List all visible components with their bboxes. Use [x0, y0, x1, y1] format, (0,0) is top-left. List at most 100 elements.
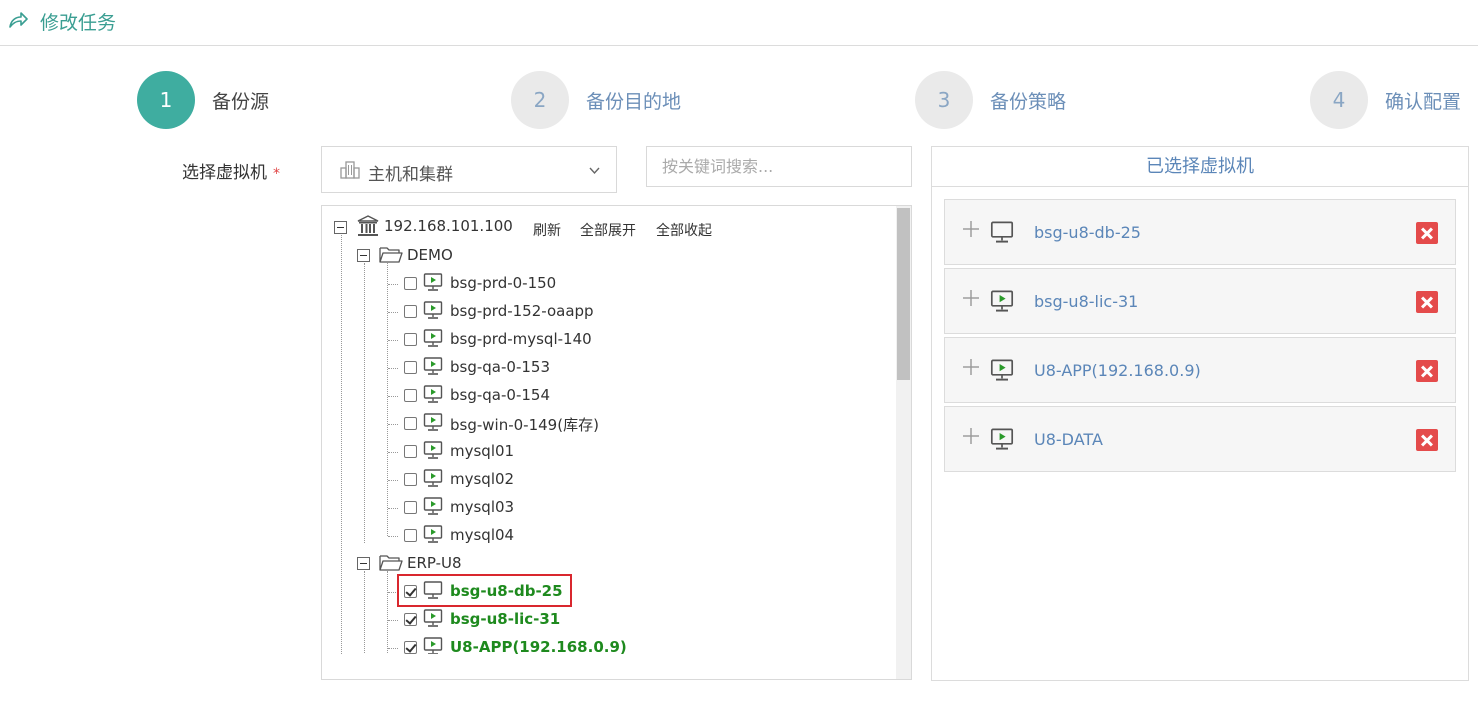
- vm-powered-on-icon: [423, 469, 443, 487]
- page-header: 修改任务: [0, 0, 1478, 46]
- vm-label[interactable]: bsg-prd-0-150: [450, 274, 556, 292]
- vm-checkbox[interactable]: [404, 529, 417, 542]
- vm-powered-on-icon: [423, 497, 443, 515]
- vm-powered-on-icon: [990, 290, 1014, 312]
- vm-powered-on-icon: [423, 609, 443, 627]
- vm-label[interactable]: U8-APP(192.168.0.9): [450, 638, 627, 654]
- remove-vm-icon[interactable]: [1416, 291, 1438, 313]
- vm-checkbox[interactable]: [404, 333, 417, 346]
- tree-connector: [388, 396, 398, 397]
- vm-powered-on-icon: [423, 273, 443, 291]
- remove-vm-icon[interactable]: [1416, 360, 1438, 382]
- vm-label[interactable]: bsg-qa-0-153: [450, 358, 550, 376]
- required-mark: *: [273, 166, 280, 182]
- selected-vm-panel: 已选择虚拟机 bsg-u8-db-25 bsg-u8-lic-31 U8-APP(1…: [931, 146, 1469, 681]
- tree-connector: [388, 452, 398, 453]
- selected-vm-card[interactable]: bsg-u8-db-25: [944, 199, 1456, 265]
- step-number: 1: [137, 71, 195, 129]
- step-label: 确认配置: [1385, 91, 1462, 113]
- expand-plus-icon[interactable]: [962, 220, 980, 238]
- vm-powered-on-icon: [423, 413, 443, 431]
- collapse-root-toggle[interactable]: [334, 221, 347, 234]
- group-erp-u8-label[interactable]: ERP-U8: [407, 554, 462, 572]
- vm-checkbox[interactable]: [404, 361, 417, 374]
- selected-vm-label: bsg-u8-lic-31: [1034, 292, 1139, 311]
- remove-vm-icon[interactable]: [1416, 222, 1438, 244]
- share-icon: [9, 12, 28, 28]
- tree-root-label[interactable]: 192.168.101.100: [384, 217, 513, 235]
- tree-connector: [388, 284, 398, 285]
- tree-connector: [388, 480, 398, 481]
- tree-connector: [388, 312, 398, 313]
- tree-connector: [388, 424, 398, 425]
- vm-label[interactable]: mysql01: [450, 442, 514, 460]
- expand-plus-icon[interactable]: [962, 358, 980, 376]
- vm-label[interactable]: bsg-prd-mysql-140: [450, 330, 592, 348]
- vm-powered-off-icon: [990, 221, 1014, 243]
- expand-plus-icon[interactable]: [962, 427, 980, 445]
- vm-powered-on-icon: [423, 301, 443, 319]
- vm-checkbox[interactable]: [404, 389, 417, 402]
- vm-checkbox[interactable]: [404, 613, 417, 626]
- collapse-all-link[interactable]: 全部收起: [656, 220, 712, 240]
- vm-label[interactable]: bsg-qa-0-154: [450, 386, 550, 404]
- chevron-down-icon: [589, 167, 600, 175]
- step-number: 2: [511, 71, 569, 129]
- group-demo-label[interactable]: DEMO: [407, 246, 453, 264]
- vm-powered-on-icon: [990, 359, 1014, 381]
- step-label: 备份目的地: [586, 91, 682, 113]
- vm-powered-on-icon: [423, 329, 443, 347]
- vm-label[interactable]: mysql02: [450, 470, 514, 488]
- vm-label[interactable]: mysql04: [450, 526, 514, 544]
- tree-connector: [388, 620, 398, 621]
- step-number: 4: [1310, 71, 1368, 129]
- vm-checkbox[interactable]: [404, 417, 417, 430]
- vm-powered-on-icon: [423, 637, 443, 654]
- page-title: 修改任务: [40, 12, 117, 34]
- scrollbar-thumb[interactable]: [897, 208, 910, 380]
- step-label: 备份源: [212, 91, 270, 113]
- building-icon: [340, 161, 360, 179]
- vm-label[interactable]: mysql03: [450, 498, 514, 516]
- vm-checkbox[interactable]: [404, 501, 417, 514]
- tree-connector: [388, 536, 398, 537]
- vm-checkbox[interactable]: [404, 277, 417, 290]
- selected-vm-card[interactable]: U8-APP(192.168.0.9): [944, 337, 1456, 403]
- refresh-link[interactable]: 刷新: [533, 220, 561, 240]
- highlight-box: [397, 574, 572, 607]
- tree-connector: [388, 508, 398, 509]
- selected-vm-card[interactable]: U8-DATA: [944, 406, 1456, 472]
- selected-vm-title: 已选择虚拟机: [932, 147, 1468, 187]
- selected-vm-label: U8-DATA: [1034, 430, 1103, 449]
- keyword-search-input[interactable]: [646, 146, 912, 187]
- vm-checkbox[interactable]: [404, 641, 417, 654]
- selected-vm-card[interactable]: bsg-u8-lic-31: [944, 268, 1456, 334]
- select-value: 主机和集群: [368, 165, 453, 185]
- folder-open-icon: [379, 555, 403, 571]
- vm-powered-on-icon: [423, 357, 443, 375]
- collapse-erp-u8-toggle[interactable]: [357, 557, 370, 570]
- expand-all-link[interactable]: 全部展开: [580, 220, 636, 240]
- tree-scrollbar[interactable]: [896, 206, 911, 679]
- tree-connector: [388, 648, 398, 649]
- tree-connector: [388, 340, 398, 341]
- vm-label[interactable]: bsg-prd-152-oaapp: [450, 302, 594, 320]
- host-cluster-select[interactable]: 主机和集群: [321, 146, 617, 193]
- vm-label[interactable]: bsg-u8-lic-31: [450, 610, 560, 628]
- remove-vm-icon[interactable]: [1416, 429, 1438, 451]
- tree-connector: [387, 263, 388, 536]
- vm-checkbox[interactable]: [404, 473, 417, 486]
- vm-powered-on-icon: [423, 385, 443, 403]
- step-label: 备份策略: [990, 91, 1067, 113]
- selected-vm-label: bsg-u8-db-25: [1034, 223, 1141, 242]
- vm-checkbox[interactable]: [404, 305, 417, 318]
- vm-label[interactable]: bsg-win-0-149(库存): [450, 414, 599, 435]
- step-number: 3: [915, 71, 973, 129]
- vm-powered-on-icon: [990, 428, 1014, 450]
- collapse-demo-toggle[interactable]: [357, 249, 370, 262]
- tree-connector: [341, 235, 342, 654]
- vm-checkbox[interactable]: [404, 445, 417, 458]
- expand-plus-icon[interactable]: [962, 289, 980, 307]
- vm-powered-on-icon: [423, 525, 443, 543]
- select-vm-label: 选择虚拟机 *: [182, 158, 280, 183]
